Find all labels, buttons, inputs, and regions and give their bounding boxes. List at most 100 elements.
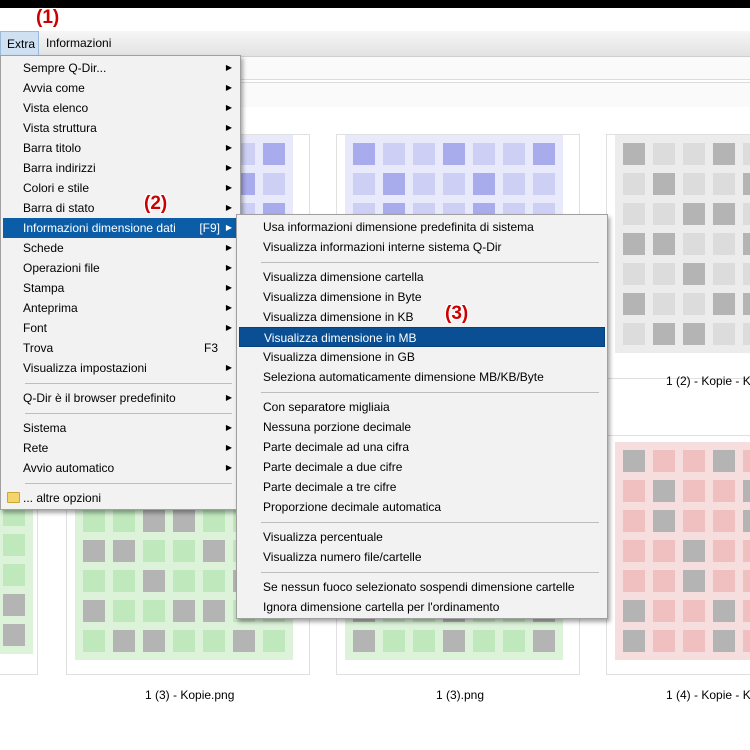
- image-cell: [503, 173, 525, 195]
- submenu-item[interactable]: Visualizza dimensione in GB: [239, 347, 605, 367]
- menu-separator: [261, 392, 599, 393]
- extra-menu-item[interactable]: Sempre Q-Dir... ▶: [3, 58, 238, 78]
- extra-dropdown-menu: Sempre Q-Dir... ▶ Avvia come ▶ Vista elenco ▶…: [0, 55, 241, 510]
- submenu-item[interactable]: Parte decimale a due cifre: [239, 457, 605, 477]
- file-caption[interactable]: 1 (4) - Kopie - K: [666, 688, 750, 702]
- submenu-item[interactable]: Visualizza dimensione in Byte: [239, 287, 605, 307]
- extra-menu-item-label: Colori e stile: [23, 181, 90, 195]
- image-preview: [615, 135, 750, 353]
- submenu-item[interactable]: Se nessun fuoco selezionato sospendi dim…: [239, 577, 605, 597]
- extra-menu-item-label: Operazioni file: [23, 261, 100, 275]
- image-cell: [653, 540, 675, 562]
- submenu-item[interactable]: Visualizza dimensione cartella: [239, 267, 605, 287]
- step-badge-2: (2): [144, 193, 168, 214]
- submenu-item[interactable]: Parte decimale ad una cifra: [239, 437, 605, 457]
- image-cell: [113, 630, 135, 652]
- image-cell: [473, 143, 495, 165]
- image-cell: [443, 143, 465, 165]
- menu-separator: [261, 572, 599, 573]
- menu-bar: Extra Informazioni: [0, 31, 750, 57]
- image-cell: [653, 480, 675, 502]
- submenu-item[interactable]: Visualizza dimensione in KB: [239, 307, 605, 327]
- extra-menu-item[interactable]: Barra di stato ▶: [3, 198, 238, 218]
- extra-menu-item[interactable]: Anteprima ▶: [3, 298, 238, 318]
- submenu-arrow-icon: ▶: [225, 183, 232, 192]
- extra-menu-item[interactable]: Avvio automatico ▶: [3, 458, 238, 478]
- image-cell: [713, 480, 735, 502]
- submenu-item[interactable]: Nessuna porzione decimale: [239, 417, 605, 437]
- submenu-item[interactable]: Ignora dimensione cartella per l'ordinam…: [239, 597, 605, 617]
- image-cell: [353, 143, 375, 165]
- image-cell: [113, 600, 135, 622]
- image-cell: [83, 570, 105, 592]
- submenu-arrow-icon: ▶: [225, 123, 232, 132]
- extra-menu-item[interactable]: Colori e stile ▶: [3, 178, 238, 198]
- image-cell: [233, 630, 255, 652]
- submenu-arrow-icon: ▶: [225, 143, 232, 152]
- submenu-item[interactable]: Visualizza percentuale: [239, 527, 605, 547]
- extra-menu-item[interactable]: Stampa ▶: [3, 278, 238, 298]
- extra-menu-item-label: Barra di stato: [23, 201, 95, 215]
- submenu-item[interactable]: Parte decimale a tre cifre: [239, 477, 605, 497]
- image-cell: [683, 323, 705, 345]
- image-cell: [713, 323, 735, 345]
- submenu-item-label: Proporzione decimale automatica: [263, 500, 442, 514]
- extra-menu-item[interactable]: Rete ▶: [3, 438, 238, 458]
- image-cell: [623, 600, 645, 622]
- extra-menu-item[interactable]: Vista struttura ▶: [3, 118, 238, 138]
- menu-informazioni[interactable]: Informazioni: [40, 31, 117, 56]
- submenu-arrow-icon: ▶: [225, 363, 232, 372]
- submenu-item[interactable]: Visualizza dimensione in MB: [239, 327, 605, 347]
- file-caption[interactable]: 1 (2) - Kopie - K: [666, 374, 750, 388]
- extra-menu-item[interactable]: Informazioni dimensione dati [F9] ▶: [3, 218, 238, 238]
- extra-menu-item[interactable]: Operazioni file ▶: [3, 258, 238, 278]
- image-cell: [383, 173, 405, 195]
- submenu-item[interactable]: Visualizza informazioni interne sistema …: [239, 237, 605, 257]
- submenu-arrow-icon: ▶: [225, 423, 232, 432]
- extra-menu-item[interactable]: Schede ▶: [3, 238, 238, 258]
- image-cell: [143, 600, 165, 622]
- image-cell: [443, 173, 465, 195]
- submenu-item[interactable]: Usa informazioni dimensione predefinita …: [239, 217, 605, 237]
- extra-menu-item-label: Schede: [23, 241, 64, 255]
- submenu-item[interactable]: Seleziona automaticamente dimensione MB/…: [239, 367, 605, 387]
- extra-menu-item[interactable]: ... altre opzioni: [3, 488, 238, 508]
- image-cell: [653, 203, 675, 225]
- extra-menu-item[interactable]: Q-Dir è il browser predefinito ▶: [3, 388, 238, 408]
- submenu-item-label: Visualizza numero file/cartelle: [263, 550, 422, 564]
- menu-extra[interactable]: Extra: [0, 31, 39, 56]
- submenu-item[interactable]: Proporzione decimale automatica: [239, 497, 605, 517]
- image-cell: [623, 570, 645, 592]
- menu-separator: [25, 383, 232, 384]
- extra-menu-item[interactable]: Avvia come ▶: [3, 78, 238, 98]
- extra-menu-item[interactable]: Sistema ▶: [3, 418, 238, 438]
- image-cell: [713, 600, 735, 622]
- submenu-arrow-icon: ▶: [225, 243, 232, 252]
- extra-menu-item-label: Avvia come: [23, 81, 85, 95]
- submenu-item[interactable]: Con separatore migliaia: [239, 397, 605, 417]
- submenu-arrow-icon: ▶: [225, 203, 232, 212]
- image-cell: [713, 540, 735, 562]
- submenu-item-label: Visualizza dimensione cartella: [263, 270, 424, 284]
- file-thumbnail[interactable]: [606, 134, 750, 379]
- extra-menu-item[interactable]: Font ▶: [3, 318, 238, 338]
- submenu-item-label: Visualizza percentuale: [263, 530, 383, 544]
- image-cell: [713, 203, 735, 225]
- image-cell: [683, 263, 705, 285]
- file-thumbnail[interactable]: [606, 435, 750, 675]
- extra-menu-item[interactable]: Trova F3: [3, 338, 238, 358]
- menu-separator: [25, 413, 232, 414]
- image-cell: [3, 624, 25, 646]
- image-cell: [653, 293, 675, 315]
- image-cell: [653, 233, 675, 255]
- file-caption[interactable]: 1 (3) - Kopie.png: [145, 688, 234, 702]
- extra-menu-item[interactable]: Barra titolo ▶: [3, 138, 238, 158]
- extra-menu-item[interactable]: Vista elenco ▶: [3, 98, 238, 118]
- image-cell: [203, 630, 225, 652]
- extra-menu-item[interactable]: Visualizza impostazioni ▶: [3, 358, 238, 378]
- extra-menu-item[interactable]: Barra indirizzi ▶: [3, 158, 238, 178]
- submenu-item[interactable]: Visualizza numero file/cartelle: [239, 547, 605, 567]
- file-caption[interactable]: 1 (3).png: [436, 688, 484, 702]
- image-cell: [743, 233, 750, 255]
- extra-menu-item-label: Sistema: [23, 421, 67, 435]
